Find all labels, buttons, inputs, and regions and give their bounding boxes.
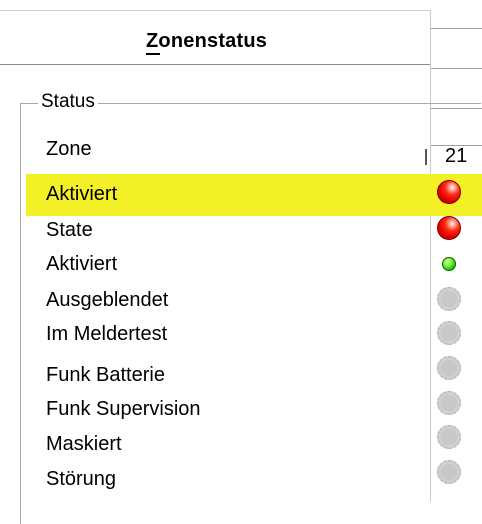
gray-status-light-icon [437, 425, 461, 449]
gray-status-light-icon [437, 460, 461, 484]
green-status-light-icon [442, 257, 456, 271]
gray-status-light-icon [437, 287, 461, 311]
background-window-divider [430, 28, 482, 29]
status-row-aktiviert: Aktiviert [46, 183, 118, 205]
column-separator [425, 149, 427, 165]
gray-status-light-icon [437, 321, 461, 345]
background-window-divider [430, 68, 482, 69]
status-row-funk-batterie: Funk Batterie [46, 364, 165, 386]
status-row-funk-supervision: Funk Supervision [46, 398, 201, 420]
status-row-zone: Zone [46, 138, 92, 160]
title-mnemonic-underline [146, 53, 160, 55]
status-row-stoerung: Störung [46, 468, 117, 490]
red-status-light-icon [437, 216, 461, 240]
gray-status-light-icon [437, 391, 461, 415]
status-row-ausgeblendet: Ausgeblendet [46, 289, 169, 311]
status-row-state: State [46, 219, 93, 241]
status-row-aktiviert-2: Aktiviert [46, 253, 118, 275]
status-row-maskiert: Maskiert [46, 433, 122, 455]
title-divider [0, 64, 430, 65]
status-row-meldertest: Im Meldertest [46, 323, 168, 345]
dialog-title: Zonenstatus [146, 30, 268, 52]
gray-status-light-icon [437, 356, 461, 380]
zone-column-header: 21 [445, 145, 468, 167]
status-groupbox-label: Status [38, 91, 98, 113]
status-groupbox [20, 103, 481, 524]
red-status-light-icon [437, 180, 461, 204]
